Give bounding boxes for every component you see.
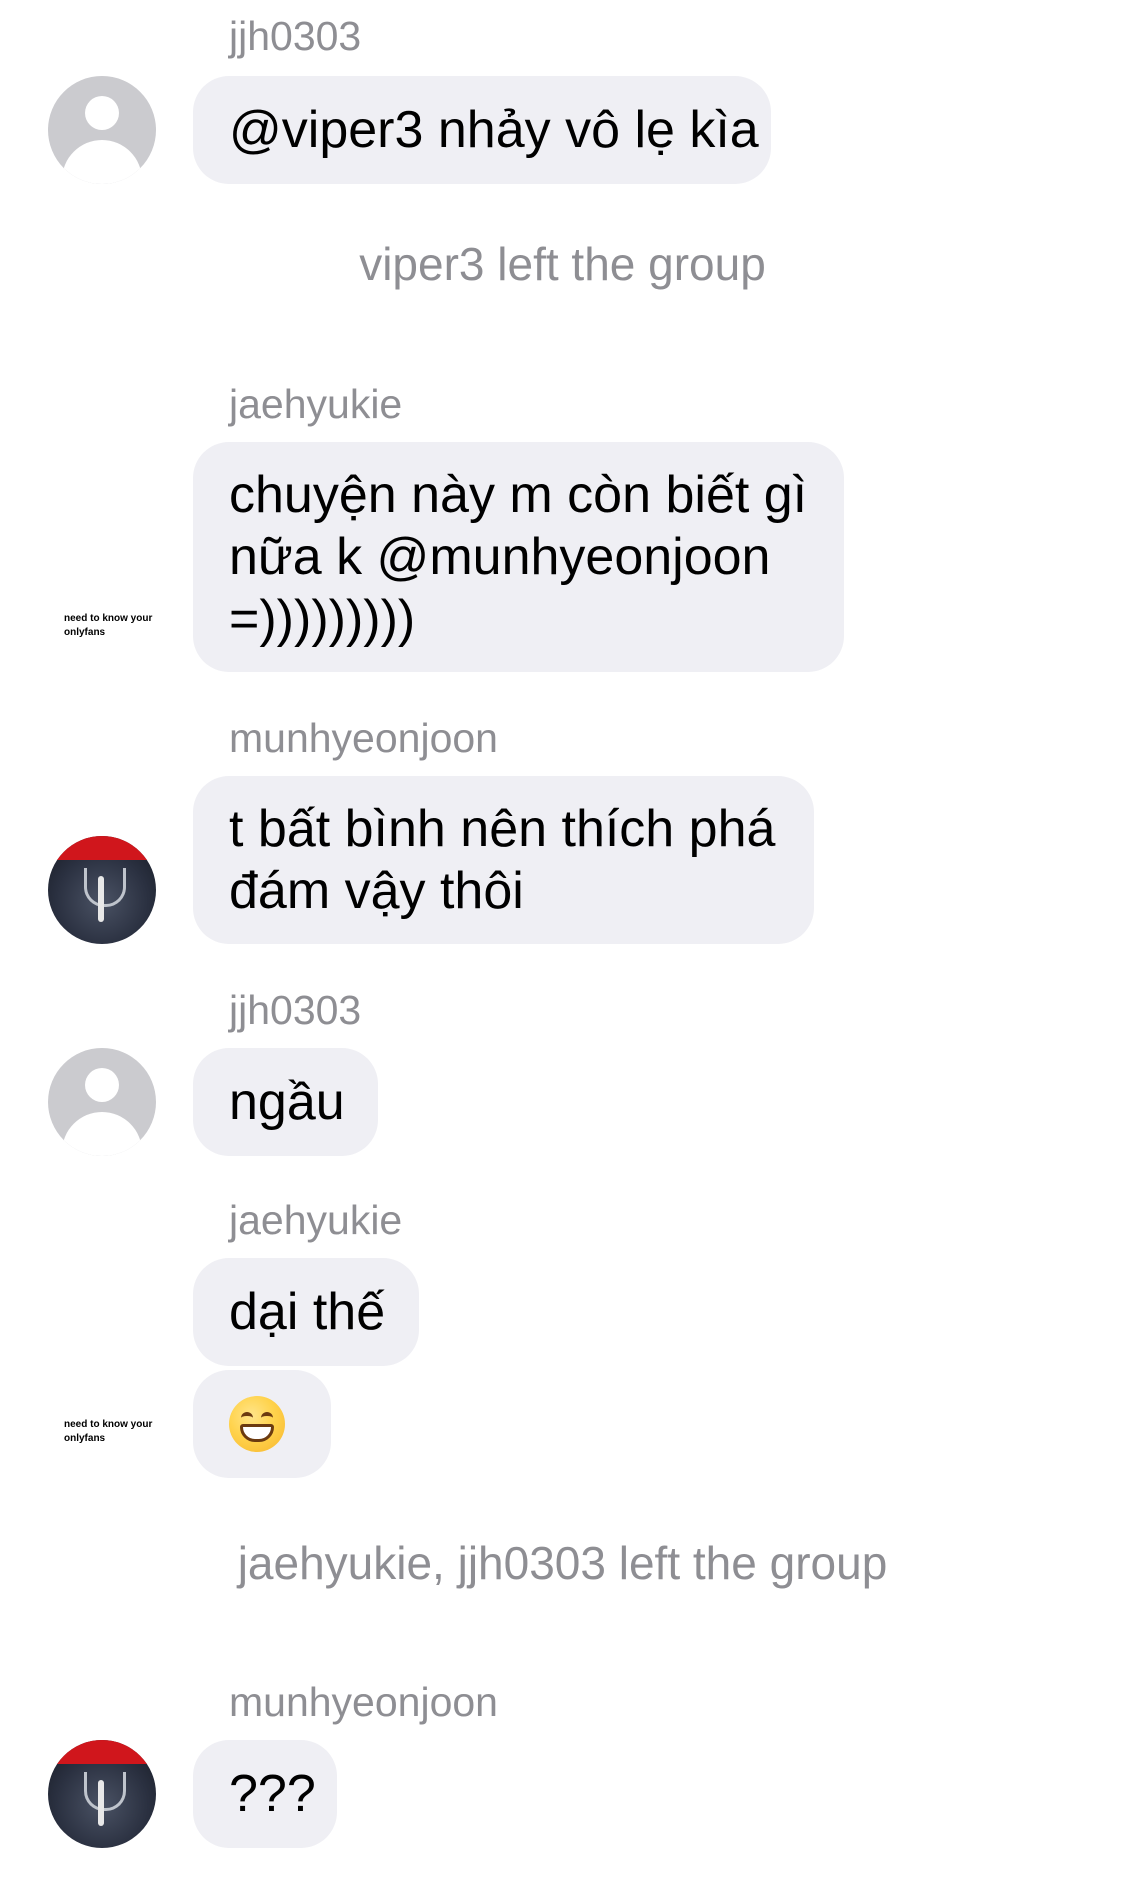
sender-name: jaehyukie [229, 1197, 403, 1243]
message-bubble[interactable]: chuyện này m còn biết gì nữa k @munhyeon… [193, 442, 844, 672]
message-text: dại thế [229, 1283, 386, 1341]
message-line: chuyện này m còn biết gì [229, 466, 808, 524]
sender-name: munhyeonjoon [229, 1679, 498, 1725]
sender-name: jjh0303 [229, 13, 362, 59]
message-bubble[interactable]: t bất bình nên thích phá đám vậy thôi [193, 776, 814, 944]
message-bubble[interactable]: ngầu [193, 1048, 378, 1156]
system-notice: jaehyukie, jjh0303 left the group [237, 1537, 888, 1589]
avatar-caption: need to know your onlyfans [64, 1419, 153, 1444]
avatar-caption: need to know your onlyfans [64, 613, 153, 638]
system-notice: viper3 left the group [359, 238, 766, 290]
avatar[interactable]: need to know your onlyfans [48, 574, 156, 682]
message-bubble[interactable]: @viper3 nhảy vô lẹ kìa [193, 76, 771, 184]
sender-name: munhyeonjoon [229, 715, 498, 761]
message-bubble[interactable]: dại thế [193, 1258, 419, 1366]
avatar[interactable]: need to know your onlyfans [48, 1380, 156, 1488]
message-line: =))))))))) [229, 590, 416, 648]
grinning-face-emoji-icon [229, 1396, 285, 1452]
avatar[interactable] [48, 76, 156, 184]
avatar[interactable] [48, 836, 156, 944]
message-line: đám vậy thôi [229, 862, 524, 920]
message-text: ngầu [229, 1073, 345, 1131]
sender-name: jjh0303 [229, 987, 362, 1033]
message-text: @viper3 nhảy vô lẹ kìa [229, 101, 759, 159]
message-line: t bất bình nên thích phá [229, 800, 776, 858]
avatar[interactable] [48, 1740, 156, 1848]
sender-name: jaehyukie [229, 381, 403, 427]
message-text: ??? [229, 1765, 316, 1823]
avatar[interactable] [48, 1048, 156, 1156]
message-bubble[interactable]: ??? [193, 1740, 337, 1848]
message-line: nữa k @munhyeonjoon [229, 528, 771, 586]
emoji-bubble[interactable] [193, 1370, 331, 1478]
